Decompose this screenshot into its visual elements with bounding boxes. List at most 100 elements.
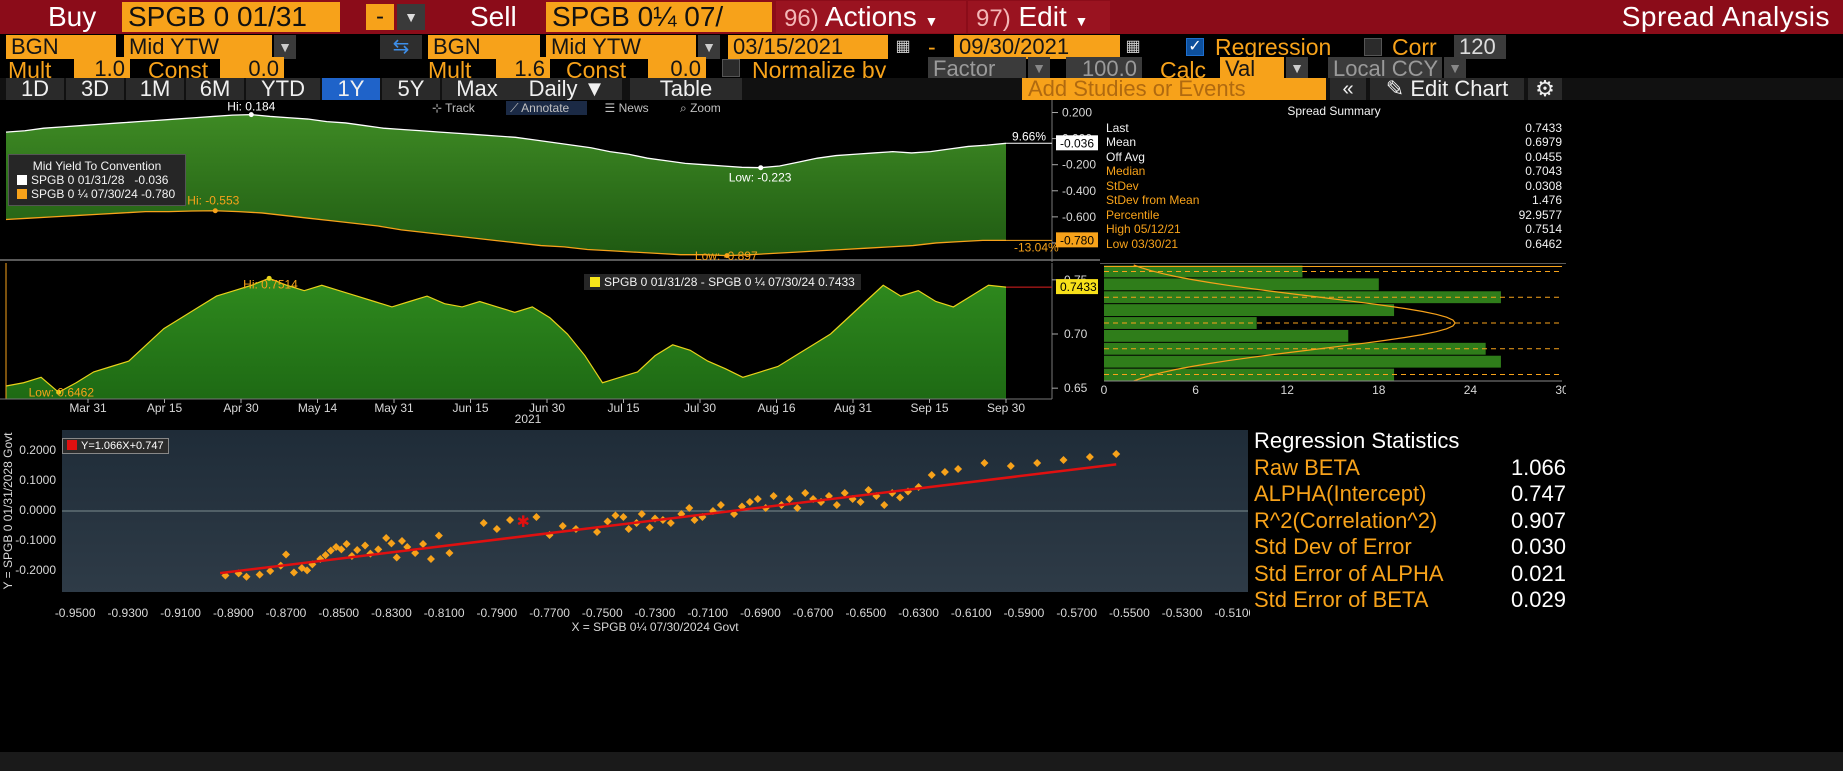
histogram-bar [1104, 304, 1395, 317]
tab-1d[interactable]: 1D [6, 78, 64, 100]
regression-stat-value: 0.029 [1510, 587, 1566, 612]
buy-label: Buy [48, 1, 97, 32]
tab-3d[interactable]: 3D [66, 78, 124, 100]
tab-1m[interactable]: 1M [126, 78, 184, 100]
buy-security-field[interactable]: SPGB 0 01/31 [122, 2, 340, 32]
periodicity-dropdown[interactable]: Daily ▼ [512, 78, 622, 100]
y-tick-label: 0.0000 [19, 503, 56, 517]
x-tick-label: -0.6900 [740, 606, 781, 620]
x-tick-label: Jul 30 [684, 401, 716, 415]
buy-dropdown-icon[interactable]: ▼ [397, 4, 425, 30]
summary-row: Percentile 92.9577 [1106, 208, 1562, 223]
spread-chart-panel[interactable]: 0.750.700.65Hi: 0.7514Low: 0.64620.7433M… [0, 263, 1100, 426]
yield-legend-item-1[interactable]: SPGB 0 01/31/28 -0.036 [17, 173, 177, 187]
last-tag-white-text: -0.036 [1060, 136, 1094, 150]
y-tick-label: 0.2000 [19, 443, 56, 457]
summary-row: Off Avg 0.0455 [1106, 150, 1562, 165]
low-annotation-2: Low: -0.897 [695, 249, 758, 262]
x-tick-label: -0.9500 [55, 606, 96, 620]
table-button[interactable]: Table [630, 78, 742, 100]
x-tick-label: -0.8900 [213, 606, 254, 620]
summary-value: 92.9577 [1518, 207, 1562, 222]
summary-value: 0.7433 [1525, 120, 1562, 135]
current-point-marker: ✱ [517, 514, 530, 531]
tab-max[interactable]: Max [442, 78, 512, 100]
right-field-dropdown-icon[interactable]: ▼ [698, 35, 720, 59]
start-date-field[interactable]: 03/15/2021 [728, 35, 888, 59]
actions-menu[interactable]: 96) Actions ▼ [776, 1, 966, 33]
regression-chart-panel[interactable]: 0.2000 0.1000 0.0000 -0.1000 -0.2000 -0.9500-… [0, 426, 1255, 636]
y-tick-label: -0.1000 [15, 533, 56, 547]
annotate-tool[interactable]: ⟋ Annotate [506, 101, 588, 115]
regression-stat-label: ALPHA(Intercept) [1254, 481, 1427, 506]
left-source-field[interactable]: BGN [6, 35, 116, 59]
x-tick-label: Mar 31 [69, 401, 107, 415]
summary-label: StDev from Mean [1106, 193, 1200, 207]
low-annotation: Low: -0.223 [729, 171, 792, 185]
regression-stat-label: Raw BETA [1254, 454, 1360, 480]
x-tick-label: 12 [1281, 383, 1295, 397]
x-tick-label: Apr 30 [223, 401, 259, 415]
y-axis-title: Y = SPGB 0 01/31/2028 Govt [1, 432, 15, 590]
regression-stat-value: 1.066 [1510, 454, 1566, 480]
start-calendar-icon[interactable]: ▦ [892, 35, 914, 59]
pct-change-white: 9.66% [1012, 129, 1046, 143]
edit-chart-button[interactable]: ✎ Edit Chart [1370, 78, 1524, 100]
x-tick-label: Aug 31 [834, 401, 872, 415]
spread-summary-title: Spread Summary [1287, 104, 1381, 118]
histogram-bar [1104, 329, 1349, 342]
summary-row: Last 0.7433 [1106, 121, 1562, 136]
tab-6m[interactable]: 6M [186, 78, 244, 100]
zoom-tool[interactable]: ⌕ Zoom [680, 101, 735, 115]
right-source-field[interactable]: BGN [428, 35, 540, 59]
x-tick-label: Sep 30 [987, 401, 1025, 415]
left-price-field[interactable]: Mid YTW [124, 35, 272, 59]
settings-gear-icon[interactable]: ⚙ [1528, 78, 1562, 100]
x-tick-label: 6 [1192, 383, 1199, 397]
hi-annotation: Hi: 0.184 [227, 100, 275, 114]
summary-label: Off Avg [1106, 149, 1145, 164]
normalize-checkbox[interactable] [722, 59, 740, 77]
summary-row: Median 0.7043 [1106, 164, 1562, 179]
histogram-bar [1104, 278, 1379, 291]
tab-ytd[interactable]: YTD [246, 78, 320, 100]
x-tick-label: Apr 15 [147, 401, 183, 415]
sell-label: Sell [470, 1, 517, 32]
x-tick-label: May 31 [374, 401, 414, 415]
yield-legend-item-2[interactable]: SPGB 0 ¼ 07/30/24 -0.780 [17, 187, 177, 201]
edit-menu[interactable]: 97) Edit ▼ [968, 1, 1110, 33]
spread-summary-panel: Spread Summary Last 0.7433 Mean 0.6979 Off A… [1104, 104, 1564, 260]
minus-button[interactable]: - [366, 4, 394, 30]
summary-value: 0.6979 [1525, 135, 1562, 149]
swap-arrows-icon[interactable]: ⇆ [380, 35, 422, 59]
left-field-dropdown-icon[interactable]: ▼ [274, 35, 296, 59]
regression-checkbox[interactable]: ✓ [1186, 38, 1204, 56]
x-tick-label: -0.6300 [898, 606, 939, 620]
tab-5y[interactable]: 5Y [382, 78, 440, 100]
sell-security-field[interactable]: SPGB 0¼ 07/ [546, 2, 772, 32]
last-tag-orange-text: -0.780 [1060, 233, 1094, 247]
x-tick-label: -0.9100 [160, 606, 201, 620]
track-tool[interactable]: ⊹ Track [432, 101, 489, 115]
summary-row: High 05/12/21 0.7514 [1106, 222, 1562, 237]
summary-label: Mean [1106, 135, 1137, 149]
right-price-field[interactable]: Mid YTW [546, 35, 696, 59]
x-tick-label: -0.6700 [793, 606, 834, 620]
collapse-chevrons-icon[interactable]: « [1330, 78, 1366, 100]
regression-stat-label: R^2(Correlation^2) [1254, 507, 1438, 533]
regression-stat-row: R^2(Correlation^2) 0.907 [1254, 508, 1566, 535]
calc-dropdown-icon[interactable]: ▼ [1286, 57, 1308, 79]
news-tool[interactable]: ☰ News [605, 101, 663, 115]
corr-window-field[interactable]: 120 [1454, 35, 1506, 59]
regression-stat-value: 0.747 [1510, 481, 1566, 506]
status-bar [0, 752, 1843, 771]
add-studies-input[interactable]: Add Studies or Events [1022, 78, 1326, 100]
tab-1y[interactable]: 1Y [322, 78, 380, 100]
normalize-by-field[interactable]: Factor [928, 57, 1026, 81]
corr-checkbox[interactable] [1364, 38, 1382, 56]
x-tick-label: -0.5900 [1004, 606, 1045, 620]
regression-stat-label: Std Error of ALPHA [1254, 560, 1444, 586]
y-tick-label: -0.200 [1062, 158, 1096, 172]
y-tick-label: -0.600 [1062, 210, 1096, 224]
histogram-panel[interactable]: 0 6 12 18 24 30 [1100, 262, 1569, 399]
